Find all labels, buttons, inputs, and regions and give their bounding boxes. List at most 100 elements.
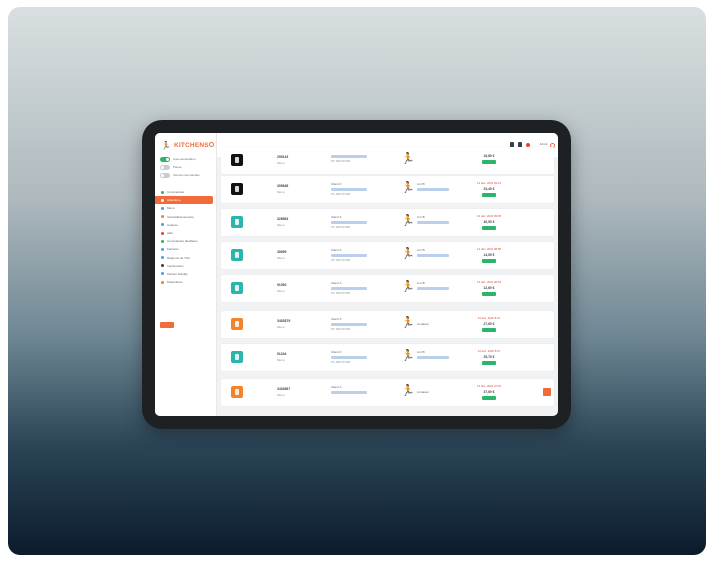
order-time-block: 12 déc. 2022 09:13 23,40 € [473, 181, 505, 197]
customer-name: Client X [331, 182, 342, 186]
order-time-block: 12 déc. 2022 8:21 27,60 € [473, 316, 505, 332]
order-subtitle: Menu [277, 393, 285, 397]
order-subtitle: Menu [277, 289, 285, 293]
sidebar-item[interactable]: Ventes/Evenements [155, 213, 217, 221]
user-label[interactable]: Admin [539, 142, 548, 146]
toggle-row: Auto-acceptation [160, 155, 200, 163]
rider-name: Livr B [417, 350, 425, 354]
rider-name: Livr B [417, 182, 425, 186]
sidebar-item[interactable]: Commandes [155, 188, 217, 196]
sidebar-item[interactable]: Kitchen Display [155, 270, 217, 278]
customer-phone: Ph: 060 00 000 [331, 225, 350, 229]
customer-block: Client X Ph: 060 00 000 [331, 215, 375, 229]
sidebar-item[interactable]: Commandes planifiées [155, 237, 217, 245]
order-action-button[interactable] [543, 388, 551, 396]
order-row[interactable]: 91244 Menu Client X Ph: 060 00 000 🏃 Livr B 12… [221, 344, 554, 371]
sidebar-item[interactable]: Aide [155, 229, 217, 237]
customer-phone: Ph: 060 00 000 [331, 327, 350, 331]
sidebar-item-label: Factures [167, 247, 179, 252]
customer-address-redacted [331, 286, 367, 290]
customer-block: Client X [331, 385, 375, 394]
status-badge [482, 160, 496, 164]
toggle-label: Pause [173, 165, 182, 169]
sidebar-toggles: Auto-acceptation Pause Vendre commandes [160, 155, 200, 179]
order-row[interactable]: 3452879 Menu Client X Ph: 060 00 000 🏃 Livrai… [221, 311, 554, 338]
sidebar-item-icon [161, 215, 164, 219]
order-row[interactable]: 40699 Menu Client X Ph: 060 00 000 🏃 Livr B 12… [221, 242, 554, 269]
tablet-device: 🏃 KITCHENS Auto-acceptation Pause Vendre c… [142, 120, 571, 429]
sidebar-item[interactable]: Analyse [155, 221, 217, 229]
rider-name: Livr B [417, 215, 425, 219]
sidebar-item-label: Historique [167, 198, 181, 203]
order-row[interactable]: 328563 Menu Client X Ph: 060 00 000 🏃 Livr B 1… [221, 209, 554, 236]
order-row[interactable]: 91052 Menu Client X Ph: 060 00 000 🏃 Livr B 12… [221, 275, 554, 302]
sidebar-item-icon [161, 223, 164, 227]
order-amount: 23,40 € [483, 187, 495, 191]
toggle-switch[interactable] [160, 156, 170, 162]
customer-phone: Ph: 060 00 000 [331, 258, 350, 262]
customer-address-redacted [331, 253, 367, 257]
sidebar-item-label: Analyse [167, 222, 178, 227]
toggle-switch[interactable] [160, 164, 170, 170]
order-amount: 25,70 € [483, 355, 495, 359]
customer-address-redacted [331, 154, 367, 158]
sidebar-item-label: Paramètres [167, 280, 183, 285]
customer-phone: Ph: 060 00 000 [331, 159, 350, 163]
ubereats-logo-icon [231, 183, 243, 195]
sidebar-item[interactable]: Factures [155, 245, 217, 253]
status-badge [482, 292, 496, 296]
sidebar-item-label: Commandes [167, 190, 185, 195]
order-time-block: 12 déc. 2022 08:44 12,60 € [473, 280, 505, 296]
order-id: 328563 [277, 217, 289, 221]
settings-gear-icon[interactable] [209, 142, 214, 147]
order-row[interactable]: 305648 Menu Client X Ph: 060 00 000 🏃 Livr B 1… [221, 176, 554, 203]
customer-address-redacted [331, 187, 367, 191]
toggle-label: Vendre commandes [173, 173, 200, 177]
order-time-block: 12 déc. 2022 8:07 25,70 € [473, 349, 505, 365]
sidebar-item-label: Rapports de TVA [167, 255, 190, 260]
customer-block: Client X Ph: 060 00 000 [331, 248, 375, 262]
sidebar-item-icon [161, 206, 164, 210]
sidebar-item-icon [161, 231, 164, 235]
rider-info-redacted [417, 355, 449, 359]
deliveroo-logo-icon [231, 216, 243, 228]
customer-name: Client X [331, 317, 342, 321]
order-subtitle: Menu [277, 190, 285, 194]
customer-name: Client X [331, 350, 342, 354]
customer-address-redacted [331, 322, 367, 326]
sidebar-item-icon [161, 247, 164, 251]
sidebar-item-icon [161, 272, 164, 276]
toggle-row: Vendre commandes [160, 171, 200, 179]
rider-status: Livraison [417, 322, 430, 326]
rider-info-redacted [417, 286, 449, 290]
order-id: 3434567 [277, 387, 291, 391]
order-time-block: 16,80 € [473, 152, 505, 164]
order-amount: 14,50 € [483, 253, 495, 257]
sidebar-item[interactable]: Paramètres [155, 278, 217, 286]
sidebar-item-icon [161, 190, 164, 194]
sidebar-item[interactable]: Imprimantes [155, 262, 217, 270]
rider-name: Livr B [417, 281, 425, 285]
order-subtitle: Menu [277, 256, 285, 260]
order-row[interactable]: 295143 Menu Ph: 060 00 000 🏃 16,80 € [221, 147, 554, 174]
status-badge [482, 259, 496, 263]
tablet-screen: 🏃 KITCHENS Auto-acceptation Pause Vendre c… [155, 133, 558, 416]
toggle-switch[interactable] [160, 172, 170, 178]
sidebar-item[interactable]: Menu [155, 204, 217, 212]
order-id: 40699 [277, 250, 287, 254]
sidebar-item[interactable]: Historique [155, 196, 213, 205]
order-row[interactable]: 3434567 Menu Client X 🏃 Livraison 12 déc. 202… [221, 379, 554, 406]
sidebar-item[interactable]: Rapports de TVA [155, 254, 217, 262]
order-subtitle: Menu [277, 325, 285, 329]
logout-button[interactable] [160, 322, 174, 328]
logo[interactable]: 🏃 KITCHENS [161, 141, 209, 150]
order-amount: 27,60 € [483, 322, 495, 326]
sidebar-item-icon [161, 198, 164, 202]
order-subtitle: Menu [277, 223, 285, 227]
sidebar-item-icon [161, 264, 164, 268]
rider-status: Livraison [417, 390, 430, 394]
customer-block: Client X Ph: 060 00 000 [331, 182, 375, 196]
justeat-logo-icon [231, 386, 243, 398]
rider-info-redacted [417, 253, 449, 257]
justeat-logo-icon [231, 318, 243, 330]
